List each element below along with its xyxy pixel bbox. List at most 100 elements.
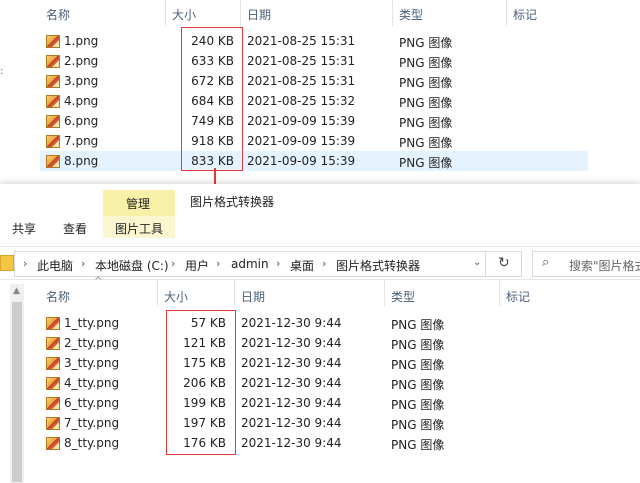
file-date: 2021-09-09 15:39 (247, 114, 356, 128)
breadcrumb-separator-icon[interactable]: › (171, 257, 175, 270)
file-row[interactable]: 8_tty.png 176 KB 2021-12-30 9:44 PNG 图像 (34, 433, 494, 453)
column-divider[interactable] (157, 280, 158, 306)
file-date: 2021-12-30 9:44 (241, 436, 342, 450)
file-row[interactable]: 2.png 633 KB 2021-08-25 15:31 PNG 图像 (40, 51, 588, 71)
file-type: PNG 图像 (399, 56, 453, 70)
breadcrumb-item[interactable]: 用户 (185, 257, 209, 274)
scroll-thumb[interactable] (12, 302, 22, 482)
breadcrumb-separator-icon[interactable]: › (216, 257, 220, 270)
breadcrumb-separator-icon[interactable]: › (322, 257, 326, 270)
col-name-header[interactable]: 名称 (46, 6, 70, 23)
png-file-icon (46, 397, 60, 410)
highlight-box-converted-sizes (166, 310, 236, 455)
column-divider[interactable] (240, 0, 241, 26)
file-name: 3_tty.png (64, 356, 120, 370)
file-row[interactable]: 1.png 240 KB 2021-08-25 15:31 PNG 图像 (40, 31, 588, 51)
col-size-header[interactable]: 大小 (164, 288, 188, 305)
png-file-icon (46, 115, 60, 128)
chevron-up-icon: ^ (94, 276, 103, 287)
file-row[interactable]: 4_tty.png 206 KB 2021-12-30 9:44 PNG 图像 (34, 373, 494, 393)
address-bar[interactable]: › 此电脑 › 本地磁盘 (C:) › 用户 › admin › 桌面 › 图片… (14, 251, 522, 277)
file-type: PNG 图像 (399, 116, 453, 130)
file-name: 7_tty.png (64, 416, 120, 430)
png-file-icon (46, 135, 60, 148)
file-date: 2021-08-25 15:31 (247, 54, 356, 68)
tab-share[interactable]: 共享 (12, 220, 36, 237)
file-row[interactable]: 3_tty.png 175 KB 2021-12-30 9:44 PNG 图像 (34, 353, 494, 373)
vertical-scrollbar[interactable]: ▲ (10, 284, 24, 483)
file-row[interactable]: 2_tty.png 121 KB 2021-12-30 9:44 PNG 图像 (34, 333, 494, 353)
breadcrumb-item[interactable]: 此电脑 (37, 257, 73, 274)
png-file-icon (46, 317, 60, 330)
png-file-icon (46, 95, 60, 108)
png-file-icon (46, 437, 60, 450)
col-size-header[interactable]: 大小 (172, 6, 196, 23)
file-date: 2021-09-09 15:39 (247, 134, 356, 148)
file-row[interactable]: 4.png 684 KB 2021-08-25 15:32 PNG 图像 (40, 91, 588, 111)
file-date: 2021-08-25 15:32 (247, 94, 356, 108)
png-file-icon (46, 377, 60, 390)
column-divider[interactable] (506, 0, 507, 26)
tab-view[interactable]: 查看 (63, 220, 87, 237)
breadcrumb-item[interactable]: 图片格式转换器 (336, 257, 420, 274)
search-input[interactable]: 搜索"图片格式 (569, 257, 640, 274)
ribbon-context-label[interactable]: 管理 (126, 195, 150, 212)
chevron-down-icon[interactable]: ⌄ (473, 257, 481, 268)
col-type-header[interactable]: 类型 (391, 288, 415, 305)
file-date: 2021-12-30 9:44 (241, 396, 342, 410)
file-date: 2021-08-25 15:31 (247, 74, 356, 88)
tab-picture-tools[interactable]: 图片工具 (115, 220, 163, 237)
file-name: 2.png (64, 54, 99, 68)
file-row[interactable]: 7.png 918 KB 2021-09-09 15:39 PNG 图像 (40, 131, 588, 151)
folder-icon (0, 255, 14, 271)
column-divider[interactable] (392, 0, 393, 26)
col-type-header[interactable]: 类型 (399, 6, 423, 23)
chevron-up-icon: ^ (444, 0, 453, 7)
refresh-icon[interactable]: ↻ (498, 255, 510, 271)
breadcrumb-separator-icon[interactable]: › (23, 257, 27, 270)
png-file-icon (46, 155, 60, 168)
file-type: PNG 图像 (391, 358, 445, 372)
col-tags-header[interactable]: 标记 (513, 6, 537, 23)
col-tags-header[interactable]: 标记 (506, 288, 530, 305)
column-divider[interactable] (165, 0, 166, 26)
column-divider[interactable] (234, 280, 235, 306)
file-date: 2021-12-30 9:44 (241, 336, 342, 350)
col-name-header[interactable]: 名称 (46, 288, 70, 305)
breadcrumb-item[interactable]: 桌面 (290, 257, 314, 274)
file-row-selected[interactable]: 8.png 833 KB 2021-09-09 15:39 PNG 图像 (40, 151, 588, 171)
file-name: 6.png (64, 114, 99, 128)
file-name: 8_tty.png (64, 436, 120, 450)
file-row[interactable]: 7_tty.png 197 KB 2021-12-30 9:44 PNG 图像 (34, 413, 494, 433)
file-name: 8.png (64, 154, 99, 168)
breadcrumb-separator-icon[interactable]: › (276, 257, 280, 270)
png-file-icon (46, 417, 60, 430)
column-divider[interactable] (499, 280, 500, 306)
breadcrumb-separator-icon[interactable]: › (81, 257, 85, 270)
search-box[interactable]: ⌕ 搜索"图片格式 (532, 251, 640, 277)
file-row[interactable]: 6.png 749 KB 2021-09-09 15:39 PNG 图像 (40, 111, 588, 131)
address-toolbar: › 此电脑 › 本地磁盘 (C:) › 用户 › admin › 桌面 › 图片… (0, 246, 640, 280)
window-title: 图片格式转换器 (190, 195, 275, 209)
file-row[interactable]: 3.png 672 KB 2021-08-25 15:31 PNG 图像 (40, 71, 588, 91)
original-files-pane: 名称 ^ 大小 日期 类型 ^ 标记 1.png 240 KB 2021-08-… (0, 0, 640, 184)
file-name: 6_tty.png (64, 396, 120, 410)
file-date: 2021-12-30 9:44 (241, 376, 342, 390)
breadcrumb-item[interactable]: admin (231, 257, 269, 271)
file-name: 3.png (64, 74, 99, 88)
nav-edge-fragment: : (0, 66, 4, 77)
file-name: 1.png (64, 34, 99, 48)
file-row[interactable]: 6_tty.png 199 KB 2021-12-30 9:44 PNG 图像 (34, 393, 494, 413)
png-file-icon (46, 337, 60, 350)
breadcrumb-item[interactable]: 本地磁盘 (C:) (95, 257, 169, 274)
col-date-header[interactable]: 日期 (247, 6, 271, 23)
file-type: PNG 图像 (391, 378, 445, 392)
divider (485, 252, 486, 276)
col-date-header[interactable]: 日期 (241, 288, 265, 305)
column-divider[interactable] (384, 280, 385, 306)
scroll-up-icon[interactable]: ▲ (13, 286, 20, 296)
file-row[interactable]: 1_tty.png 57 KB 2021-12-30 9:44 PNG 图像 (34, 313, 494, 333)
file-type: PNG 图像 (399, 136, 453, 150)
file-date: 2021-12-30 9:44 (241, 416, 342, 430)
file-type: PNG 图像 (399, 156, 453, 170)
